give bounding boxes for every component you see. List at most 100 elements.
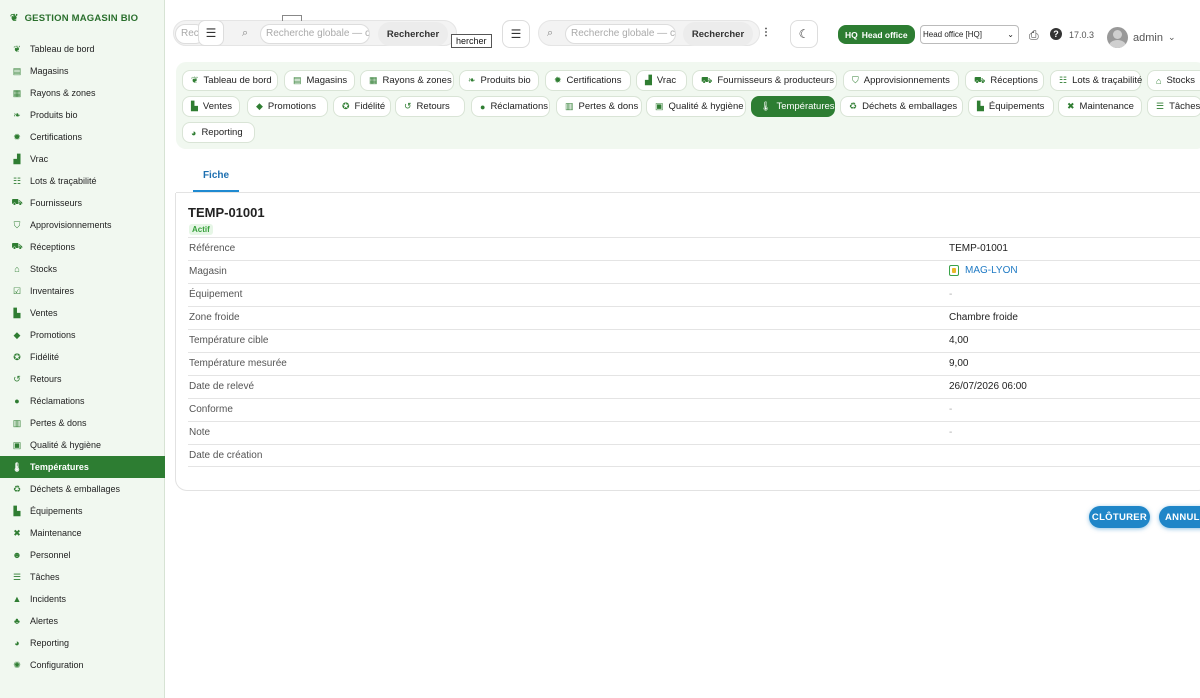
module-icon: ✖: [1067, 101, 1075, 111]
module-tab-promotions[interactable]: ◆ Promotions: [247, 96, 328, 117]
field-label: Note: [189, 427, 211, 438]
user-menu[interactable]: admin ⌄: [1107, 27, 1176, 48]
module-icon: ✪: [342, 101, 350, 111]
sidebar-item-incidents[interactable]: ▲ Incidents: [0, 588, 165, 610]
sidebar-item-label: Lots & traçabilité: [30, 176, 97, 186]
field-value-link[interactable]: MAG-LYON: [949, 265, 1018, 276]
menu-toggle-icon[interactable]: ☰: [502, 20, 530, 48]
sidebar-item-label: Fournisseurs: [30, 198, 83, 208]
field-row: Équipement -: [188, 283, 1200, 306]
sidebar-item-personnel[interactable]: ☻ Personnel: [0, 544, 165, 566]
module-tab-label: Lots & traçabilité: [1072, 75, 1143, 86]
sidebar-item-inventaires[interactable]: ☑ Inventaires: [0, 280, 165, 302]
search-input-2[interactable]: Recherche globale — cl: [260, 24, 370, 44]
module-tab-stocks[interactable]: ⌂ Stocks: [1147, 70, 1200, 91]
module-tab-retours[interactable]: ↺ Retours: [395, 96, 465, 117]
module-tab-label: Produits bio: [480, 75, 531, 86]
sidebar-item-produits-bio[interactable]: ❧ Produits bio: [0, 104, 165, 126]
sidebar-item-fidelite[interactable]: ✪ Fidélité: [0, 346, 165, 368]
app-brand[interactable]: ❦ GESTION MAGASIN BIO: [10, 13, 138, 24]
sidebar-item-tableau-de-bord[interactable]: ❦ Tableau de bord: [0, 38, 165, 60]
close-record-button[interactable]: CLÔTURER: [1089, 506, 1150, 528]
cancel-button[interactable]: ANNULE: [1159, 506, 1200, 528]
sidebar-item-maintenance[interactable]: ✖ Maintenance: [0, 522, 165, 544]
module-tab-magasins[interactable]: ▤ Magasins: [284, 70, 355, 91]
field-label: Conforme: [189, 404, 233, 415]
field-row: Note -: [188, 421, 1200, 444]
print-icon[interactable]: ⎙: [1029, 28, 1039, 43]
module-tab-qualite-hygiene[interactable]: ▣ Qualité & hygiène: [646, 96, 746, 117]
module-tab-label: Certifications: [566, 75, 622, 86]
module-tab-certifications[interactable]: ✹ Certifications: [545, 70, 631, 91]
sidebar-item-label: Inventaires: [30, 286, 75, 296]
help-icon[interactable]: ?: [1050, 28, 1062, 40]
module-icon: ◕: [191, 127, 197, 138]
module-tab-reclamations[interactable]: ● Réclamations: [471, 96, 550, 117]
module-tab-maintenance[interactable]: ✖ Maintenance: [1058, 96, 1142, 117]
sidebar-item-dechets-emballages[interactable]: ♻ Déchets & emballages: [0, 478, 165, 500]
sidebar-item-label: Tâches: [30, 572, 60, 582]
module-tab-rayons-zones[interactable]: ▦ Rayons & zones: [360, 70, 454, 91]
module-tab-dechets-emballages[interactable]: ♻ Déchets & emballages: [840, 96, 963, 117]
sidebar-item-stocks[interactable]: ⌂ Stocks: [0, 258, 165, 280]
module-tab-label: Équipements: [988, 101, 1045, 112]
boxes-icon: ▟: [13, 153, 21, 164]
sidebar-item-approvisionnements[interactable]: ⛉ Approvisionnements: [0, 214, 165, 236]
sidebar-item-alertes[interactable]: ♣ Alertes: [0, 610, 165, 632]
sidebar-item-certifications[interactable]: ✹ Certifications: [0, 126, 165, 148]
dark-mode-icon[interactable]: ☾: [790, 20, 818, 48]
sidebar-item-equipements[interactable]: ▙ Équipements: [0, 500, 165, 522]
module-tab-ventes[interactable]: ▙ Ventes: [182, 96, 240, 117]
module-tab-equipements[interactable]: ▙ Équipements: [968, 96, 1054, 117]
sidebar-item-promotions[interactable]: ◆ Promotions: [0, 324, 165, 346]
module-tab-fidelite[interactable]: ✪ Fidélité: [333, 96, 391, 117]
module-tab-label: Magasins: [306, 75, 348, 86]
search-button-1[interactable]: Rechercher: [378, 22, 448, 46]
sidebar-item-configuration[interactable]: ✺ Configuration: [0, 654, 165, 676]
search-button-2[interactable]: Rechercher: [683, 22, 753, 46]
module-tab-label: Réclamations: [490, 101, 548, 112]
module-tab-fournisseurs-producteurs[interactable]: ⛟ Fournisseurs & producteurs: [692, 70, 837, 91]
office-select[interactable]: Head office [HQ] ⌄: [920, 25, 1019, 44]
sidebar-item-reclamations[interactable]: ● Réclamations: [0, 390, 165, 412]
sidebar-item-qualite-hygiene[interactable]: ▣ Qualité & hygiène: [0, 434, 165, 456]
sidebar-item-retours[interactable]: ↺ Retours: [0, 368, 165, 390]
menu-icon[interactable]: ☰: [198, 20, 224, 46]
sidebar-item-rayons-zones[interactable]: ▦ Rayons & zones: [0, 82, 165, 104]
sidebar-item-temperatures[interactable]: 🌡 Températures: [0, 456, 165, 478]
sidebar-item-taches[interactable]: ☰ Tâches: [0, 566, 165, 588]
store-icon: ▤: [12, 65, 22, 76]
module-tab-temperatures[interactable]: 🌡 Températures: [751, 96, 835, 117]
module-tab-vrac[interactable]: ▟ Vrac: [636, 70, 687, 91]
module-tab-approvisionnements[interactable]: ⛉ Approvisionnements: [843, 70, 959, 91]
module-tab-receptions[interactable]: ⛟ Réceptions: [965, 70, 1044, 91]
more-vertical-icon[interactable]: ⋮: [761, 27, 771, 38]
sidebar-item-magasins[interactable]: ▤ Magasins: [0, 60, 165, 82]
module-icon: ⛉: [852, 75, 859, 85]
module-tab-pertes-dons[interactable]: ▥ Pertes & dons: [556, 96, 642, 117]
sidebar-item-reporting[interactable]: ◕ Reporting: [0, 632, 165, 654]
field-value: 26/07/2026 06:00: [949, 381, 1027, 392]
seedling-icon: ❦: [10, 13, 19, 24]
module-tab-lots-tracabilite[interactable]: ☷ Lots & traçabilité: [1050, 70, 1143, 91]
tab-fiche[interactable]: Fiche: [193, 161, 239, 192]
sidebar-item-vrac[interactable]: ▟ Vrac: [0, 148, 165, 170]
hq-badge[interactable]: HQ Head office: [838, 25, 915, 44]
sidebar-item-receptions[interactable]: ⛟ Réceptions: [0, 236, 165, 258]
sidebar-item-lots-tracabilite[interactable]: ☷ Lots & traçabilité: [0, 170, 165, 192]
module-tab-produits-bio[interactable]: ❧ Produits bio: [459, 70, 539, 91]
search-input-3[interactable]: Recherche globale — cl: [565, 24, 676, 44]
sidebar-item-pertes-dons[interactable]: ▥ Pertes & dons: [0, 412, 165, 434]
module-icon: ▤: [293, 75, 302, 85]
module-tab-taches[interactable]: ☰ Tâches: [1147, 96, 1200, 117]
sidebar-item-label: Produits bio: [30, 110, 78, 120]
module-tab-label: Approvisionnements: [863, 75, 950, 86]
module-tab-reporting[interactable]: ◕ Reporting: [182, 122, 255, 143]
module-tab-label: Reporting: [201, 127, 243, 138]
sidebar-item-fournisseurs[interactable]: ⛟ Fournisseurs: [0, 192, 165, 214]
module-icon: ▥: [565, 101, 574, 111]
sidebar-item-ventes[interactable]: ▙ Ventes: [0, 302, 165, 324]
stray-search-button[interactable]: hercher: [451, 34, 492, 48]
module-tab-tableau-de-bord[interactable]: ❦ Tableau de bord: [182, 70, 278, 91]
user-name: admin: [1133, 31, 1163, 44]
